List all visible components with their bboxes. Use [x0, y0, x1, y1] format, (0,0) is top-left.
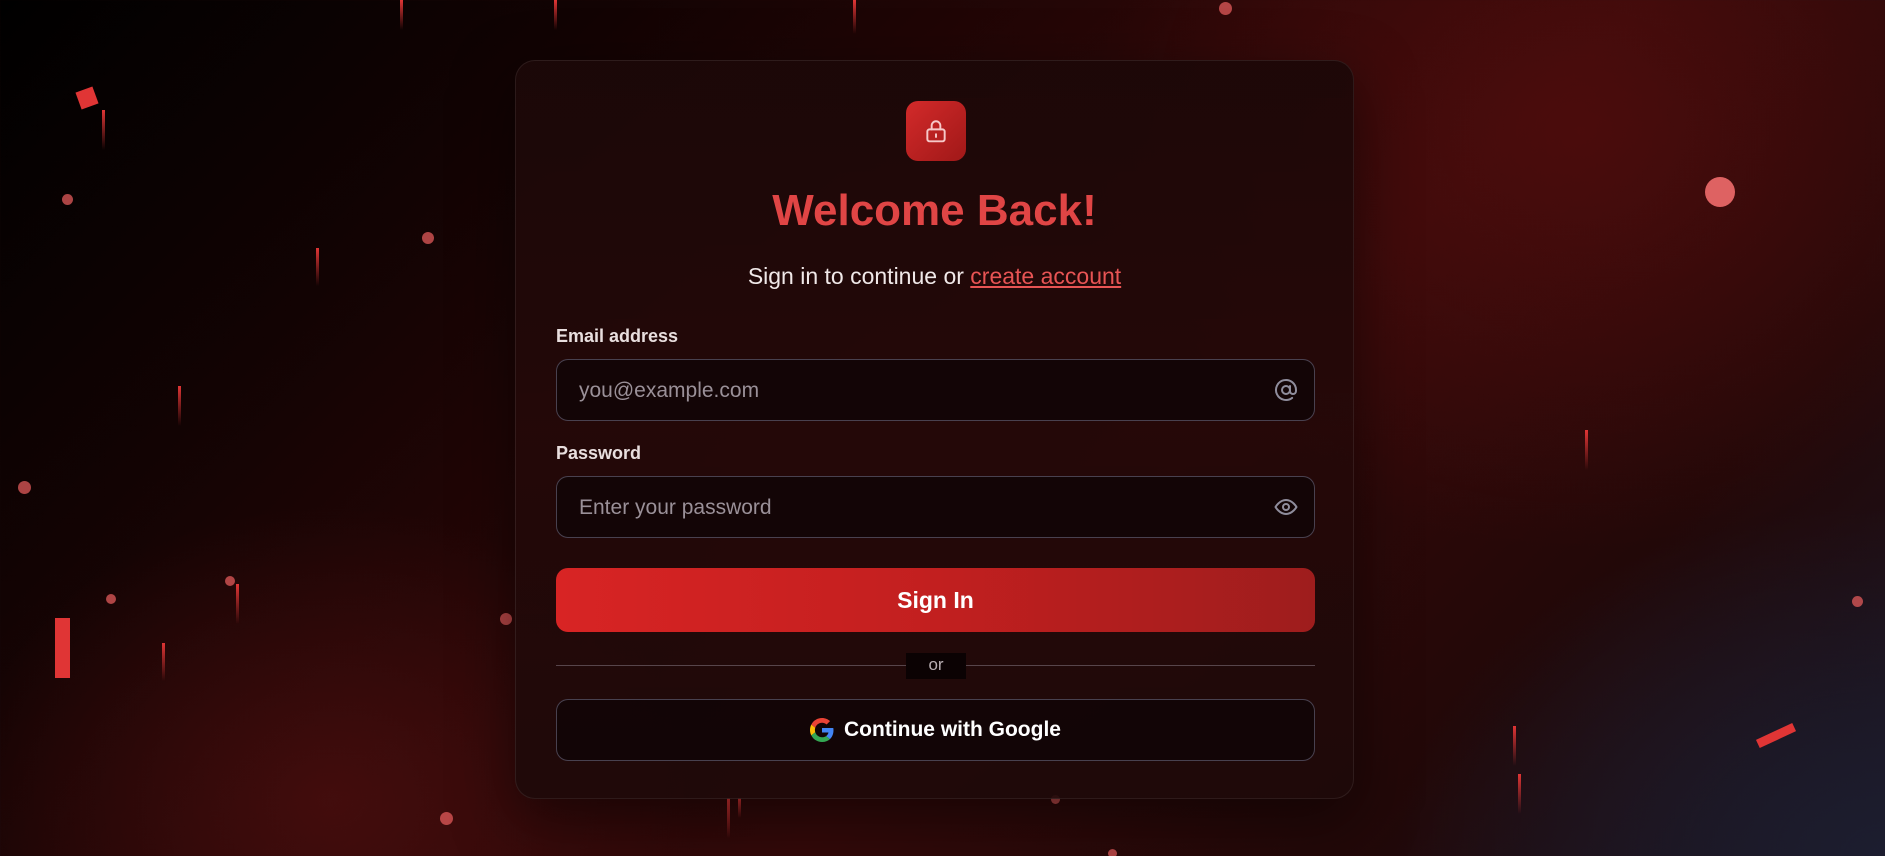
background-dot: [106, 594, 116, 604]
lock-icon: [926, 120, 946, 143]
background-dot: [1705, 177, 1735, 207]
page-title: Welcome Back!: [772, 186, 1097, 235]
background-shape: [55, 618, 70, 678]
background-streak: [1518, 774, 1521, 814]
email-field[interactable]: [577, 360, 1261, 422]
subtitle-text: Sign in to continue or: [747, 263, 971, 289]
background-streak: [102, 110, 105, 150]
background-dot: [18, 481, 31, 494]
login-card: Welcome Back! Sign in to continue or cre…: [515, 60, 1354, 799]
subtitle: Sign in to continue or create account: [516, 263, 1353, 290]
eye-icon[interactable]: [1274, 495, 1298, 519]
password-field[interactable]: [577, 477, 1261, 539]
google-button-label: Continue with Google: [844, 718, 1061, 741]
background-streak: [316, 248, 319, 286]
sign-in-button[interactable]: Sign In: [556, 568, 1315, 632]
background-streak: [178, 386, 181, 426]
lock-badge: [906, 101, 966, 161]
at-icon: [1275, 378, 1297, 401]
background-streak: [727, 798, 730, 838]
background-streak: [1513, 726, 1516, 766]
background-shape: [1755, 722, 1797, 749]
password-field-container: [556, 476, 1315, 539]
background-streak: [554, 0, 557, 30]
email-field-container: [556, 359, 1315, 422]
email-label: Email address: [556, 326, 679, 346]
create-account-link[interactable]: create account: [970, 263, 1121, 289]
background-streak: [400, 0, 403, 30]
google-icon: [810, 718, 834, 742]
background-dot: [1219, 2, 1232, 15]
background-dot: [422, 232, 434, 244]
background-streak: [853, 0, 856, 34]
background-streak: [1585, 430, 1588, 470]
background-dot: [440, 812, 453, 825]
background-shape: [75, 86, 99, 110]
background-streak: [738, 798, 741, 818]
background-streak: [162, 643, 165, 681]
background-dot: [500, 613, 512, 625]
password-label: Password: [556, 443, 642, 463]
background-dot: [1108, 849, 1117, 856]
google-sign-in-button[interactable]: Continue with Google: [556, 699, 1315, 761]
background-dot: [1852, 596, 1863, 607]
background-dot: [62, 194, 73, 205]
background-streak: [236, 584, 239, 624]
background-dot: [225, 576, 235, 586]
divider-text: or: [906, 653, 966, 679]
